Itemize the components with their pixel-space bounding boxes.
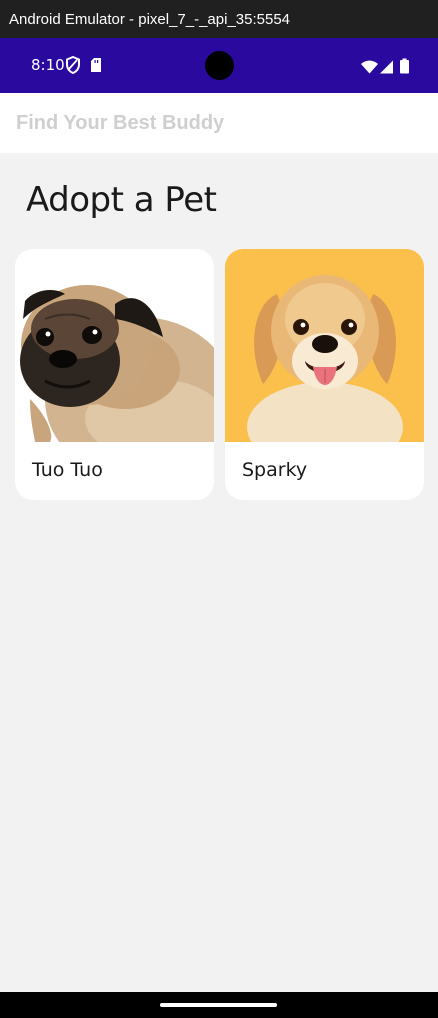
search-input[interactable]: [16, 107, 416, 139]
pet-name: Sparky: [242, 459, 308, 481]
pet-card[interactable]: Sparky: [225, 249, 424, 500]
status-time: 8:10: [31, 56, 65, 74]
camera-cutout: [205, 51, 234, 80]
search-bar: [0, 93, 438, 153]
shield-icon: [66, 56, 80, 74]
navigation-bar: [0, 992, 438, 1018]
battery-icon: [400, 58, 409, 74]
pet-image-pug: [15, 249, 214, 442]
signal-icon: [380, 60, 393, 74]
pet-image-puppy: [225, 249, 424, 442]
status-bar: 8:10: [0, 38, 438, 93]
wifi-icon: [361, 60, 378, 74]
sd-card-icon: [91, 58, 101, 72]
page-title: Adopt a Pet: [26, 180, 217, 220]
pet-name: Tuo Tuo: [32, 459, 103, 481]
window-titlebar: Android Emulator - pixel_7_-_api_35:5554: [0, 0, 438, 38]
pet-card[interactable]: Tuo Tuo: [15, 249, 214, 500]
window-title: Android Emulator - pixel_7_-_api_35:5554: [9, 10, 291, 28]
home-handle[interactable]: [160, 1003, 277, 1007]
